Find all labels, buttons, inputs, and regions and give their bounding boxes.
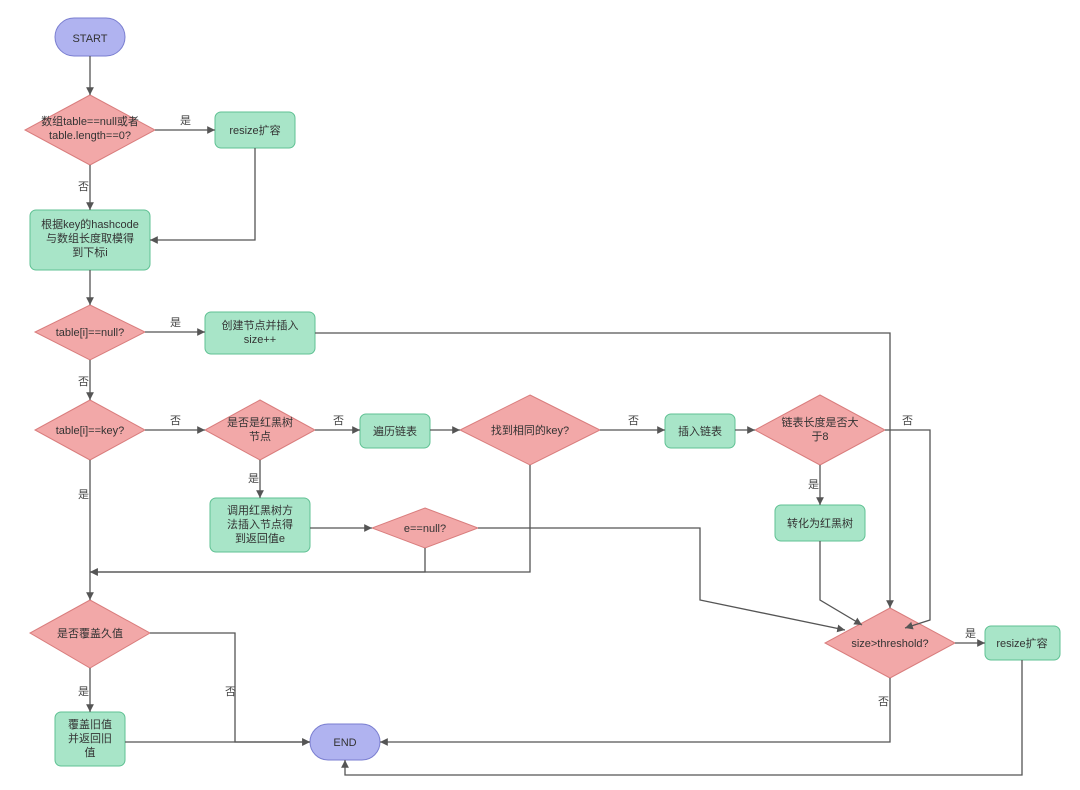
lbl-no-3: 否 <box>170 415 181 427</box>
p9-text2: 并返回旧 <box>68 731 112 745</box>
end-label: END <box>333 737 356 749</box>
p5-label: 插入链表 <box>678 424 722 438</box>
lbl-yes-4: 是 <box>248 472 259 485</box>
lbl-yes-8: 是 <box>78 685 89 698</box>
d6-text2: 于8 <box>811 431 828 443</box>
p1-label: resize扩容 <box>229 123 280 137</box>
p3-text2: size++ <box>244 334 276 346</box>
d4-text2: 节点 <box>249 430 271 443</box>
d2-label: table[i]==null? <box>56 327 125 339</box>
d5-label: 找到相同的key? <box>491 423 569 437</box>
p9-text1: 覆盖旧值 <box>68 717 112 731</box>
lbl-no-5: 否 <box>628 415 639 427</box>
lbl-no-6: 否 <box>902 415 913 427</box>
d8-label: 是否覆盖久值 <box>57 626 123 640</box>
p3-text1: 创建节点并插入 <box>222 318 299 332</box>
decision-tablei-null: table[i]==null? <box>35 305 145 360</box>
p2-text1: 根据key的hashcode <box>41 217 139 231</box>
lbl-yes-1: 是 <box>180 114 191 127</box>
d9-label: size>threshold? <box>851 638 928 650</box>
start-label: START <box>72 33 107 45</box>
p2-text2: 与数组长度取模得 <box>46 231 134 245</box>
decision-e-null: e==null? <box>372 508 478 548</box>
p7-label: 转化为红黑树 <box>787 516 853 530</box>
process-resize-1: resize扩容 <box>215 112 295 148</box>
d6-text1: 链表长度是否大 <box>782 415 859 429</box>
start-node: START <box>55 18 125 56</box>
lbl-no-8: 否 <box>225 686 236 698</box>
p8-label: resize扩容 <box>996 636 1047 650</box>
p6-text2: 法插入节点得 <box>227 517 293 531</box>
flowchart-canvas: START resize扩容 table[i]==null? table[i]=… <box>0 0 1080 790</box>
p2-text3: 到下标i <box>72 245 107 259</box>
d1-text1: 数组table==null或者 <box>41 114 139 128</box>
d4-text1: 是否是红黑树 <box>227 415 293 429</box>
process-insert-list: 插入链表 <box>665 414 735 448</box>
decision-rbtree-node <box>205 400 315 460</box>
process-create-node <box>205 312 315 354</box>
decision-tablei-key: table[i]==key? <box>35 400 145 460</box>
decision-list-len <box>755 395 885 465</box>
lbl-yes-3: 是 <box>78 488 89 501</box>
d7-label: e==null? <box>404 523 446 535</box>
decision-found-key: 找到相同的key? <box>460 395 600 465</box>
p6-text3: 到返回值e <box>235 532 285 545</box>
d1-text2: table.length==0? <box>49 130 131 142</box>
p4-label: 遍历链表 <box>373 424 417 438</box>
lbl-yes-9: 是 <box>965 627 976 640</box>
d3-label: table[i]==key? <box>56 425 125 437</box>
process-resize-2: resize扩容 <box>985 626 1060 660</box>
end-node: END <box>310 724 380 760</box>
p6-text1: 调用红黑树方 <box>227 503 293 517</box>
lbl-no-2: 否 <box>78 376 89 388</box>
lbl-no-9: 否 <box>878 696 889 708</box>
lbl-yes-6: 是 <box>808 478 819 491</box>
process-to-rbtree: 转化为红黑树 <box>775 505 865 541</box>
p9-text3: 值 <box>85 746 96 759</box>
lbl-no-1: 否 <box>78 181 89 193</box>
decision-override: 是否覆盖久值 <box>30 600 150 668</box>
process-traverse-list: 遍历链表 <box>360 414 430 448</box>
lbl-no-4: 否 <box>333 415 344 427</box>
lbl-yes-2: 是 <box>170 316 181 329</box>
decision-threshold: size>threshold? <box>825 608 955 678</box>
